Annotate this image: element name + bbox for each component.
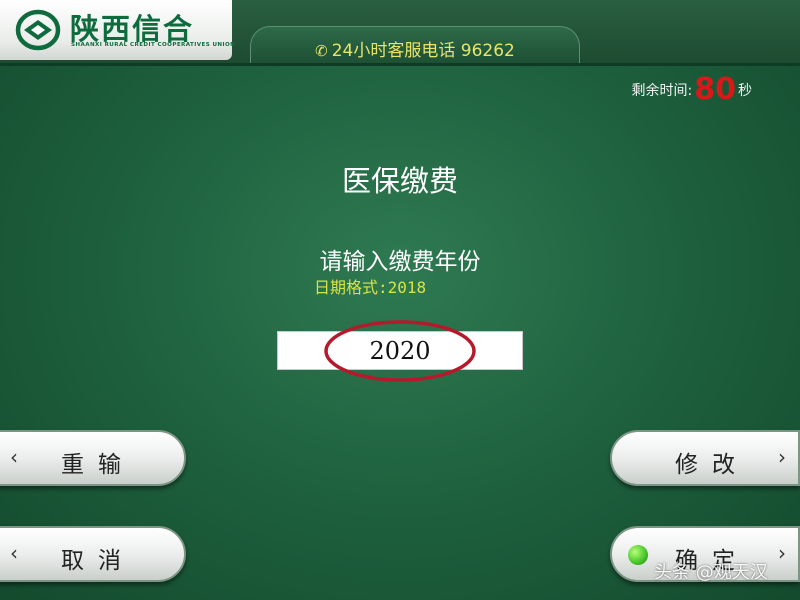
modify-button[interactable]: 修改 › xyxy=(610,430,800,486)
input-prompt: 请输入缴费年份 xyxy=(319,249,481,275)
header-divider xyxy=(0,63,800,66)
hotline-text: 24小时客服电话 96262 xyxy=(331,41,515,61)
bank-logo: 陕西信合 SHAANXI RURAL CREDIT COOPERATIVES U… xyxy=(0,0,236,60)
format-hint: 日期格式:2018 xyxy=(314,278,427,297)
hotline-tab: ✆ 24小时客服电话 96262 xyxy=(250,26,580,64)
timer-unit: 秒 xyxy=(738,83,752,99)
watermark: 头条 @观天汉 xyxy=(654,562,768,583)
modify-label: 修改 xyxy=(675,452,749,478)
reenter-label: 重输 xyxy=(61,452,135,478)
cancel-label: 取消 xyxy=(61,548,135,574)
chevron-right-icon: › xyxy=(778,445,786,469)
chevron-right-icon: › xyxy=(778,541,786,565)
cancel-button[interactable]: ‹ 取消 xyxy=(0,526,186,582)
reenter-button[interactable]: ‹ 重输 xyxy=(0,430,186,486)
bank-name-english: SHAANXI RURAL CREDIT COOPERATIVES UNION xyxy=(71,42,236,48)
phone-icon: ✆ xyxy=(315,42,328,60)
timer-value: 80 xyxy=(694,72,736,107)
payment-year-input[interactable] xyxy=(277,331,523,370)
countdown-timer: 剩余时间:80 秒 xyxy=(632,72,752,107)
timer-label: 剩余时间: xyxy=(631,83,693,99)
page-title: 医保缴费 xyxy=(341,164,458,198)
hotline: ✆ 24小时客服电话 96262 xyxy=(251,36,579,61)
header-bar: 陕西信合 SHAANXI RURAL CREDIT COOPERATIVES U… xyxy=(0,0,800,66)
bank-logo-icon xyxy=(15,9,61,51)
